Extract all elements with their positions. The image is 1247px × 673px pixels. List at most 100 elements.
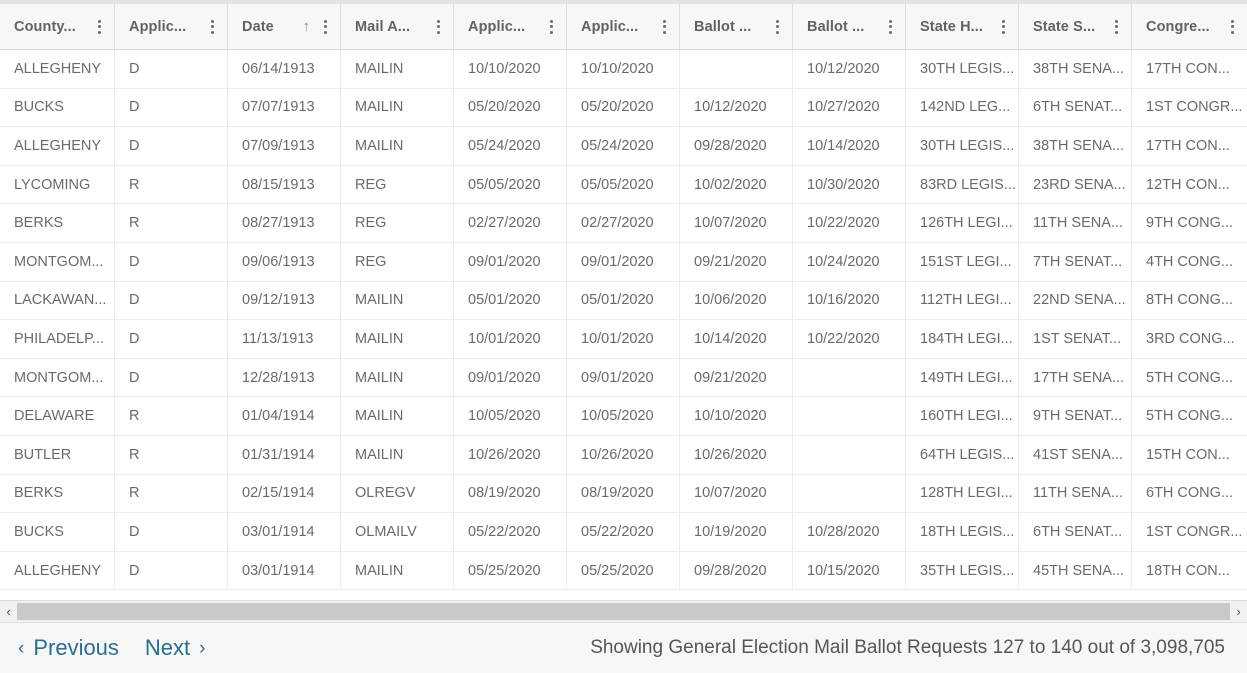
table-cell: 45TH SENA... <box>1019 551 1132 590</box>
table-cell: 3RD CONG... <box>1146 330 1235 347</box>
results-count-label: Showing General Election Mail Ballot Req… <box>590 637 1225 658</box>
table-cell: 128TH LEGI... <box>906 474 1019 513</box>
table-cell: 10/12/2020 <box>793 50 906 88</box>
table-cell: OLREGV <box>341 474 454 513</box>
column-header-9[interactable]: State S... <box>1019 4 1132 49</box>
column-header-label: Ballot ... <box>694 18 752 35</box>
table-cell: 09/01/2020 <box>454 358 567 397</box>
table-cell: 10/01/2020 <box>454 320 567 358</box>
column-header-4[interactable]: Applic... <box>454 4 567 49</box>
table-cell: 17TH CON... <box>1146 137 1230 154</box>
column-header-label: Applic... <box>581 18 639 35</box>
table-cell: 83RD LEGIS... <box>906 165 1019 204</box>
table-row[interactable]: DELAWARE R 01/04/1914 MAILIN 10/05/2020 10/05… <box>0 397 1247 436</box>
table-cell: 10/10/2020 <box>454 50 567 88</box>
kebab-menu-icon[interactable] <box>657 18 671 36</box>
table-cell: 41ST SENA... <box>1019 435 1132 474</box>
scrollbar-thumb[interactable] <box>17 603 1230 620</box>
table-cell: MONTGOM... <box>0 242 115 281</box>
table-cell: 5TH CONG... <box>1146 369 1234 386</box>
column-header-label: Date <box>242 18 274 35</box>
table-header-row: County... Applic... Date ↑ Mail A... Applic..… <box>0 4 1247 50</box>
column-header-7[interactable]: Ballot ... <box>793 4 906 49</box>
table-cell: 01/04/1914 <box>228 397 341 435</box>
kebab-menu-icon[interactable] <box>92 18 106 36</box>
table-cell: 10/28/2020 <box>793 513 906 551</box>
table-row[interactable]: BERKS R 08/27/1913 REG 02/27/2020 02/27/2020 1… <box>0 204 1247 243</box>
kebab-menu-icon[interactable] <box>996 18 1010 36</box>
kebab-menu-icon[interactable] <box>431 18 445 36</box>
table-row[interactable]: LACKAWAN... D 09/12/1913 MAILIN 05/01/2020 05… <box>0 281 1247 321</box>
kebab-menu-icon[interactable] <box>205 18 219 36</box>
table-cell: BUCKS <box>0 88 115 127</box>
table-row[interactable]: ALLEGHENY D 07/09/1913 MAILIN 05/24/2020 05/2… <box>0 127 1247 166</box>
column-header-6[interactable]: Ballot ... <box>680 4 793 49</box>
table-cell <box>793 397 906 435</box>
table-cell: 15TH CON... <box>1146 446 1230 463</box>
column-header-5[interactable]: Applic... <box>567 4 680 49</box>
column-header-label: Applic... <box>129 18 187 35</box>
next-page-button[interactable]: Next › <box>145 637 206 659</box>
column-header-2[interactable]: Date ↑ <box>228 4 341 49</box>
table-cell: 10/16/2020 <box>793 281 906 320</box>
table-cell: 6TH SENAT... <box>1019 513 1132 551</box>
table-cell: 6TH CONG... <box>1146 485 1234 502</box>
column-header-0[interactable]: County... <box>0 4 115 49</box>
table-cell: BERKS <box>0 474 115 513</box>
table-cell: MAILIN <box>341 127 454 165</box>
table-cell: 30TH LEGIS... <box>906 50 1019 88</box>
table-row[interactable]: ALLEGHENY D 03/01/1914 MAILIN 05/25/2020 05/2… <box>0 551 1247 591</box>
column-header-1[interactable]: Applic... <box>115 4 228 49</box>
table-cell: D <box>115 242 228 281</box>
kebab-menu-icon[interactable] <box>544 18 558 36</box>
table-row[interactable]: PHILADELP... D 11/13/1913 MAILIN 10/01/2020 1… <box>0 320 1247 359</box>
table-cell: 02/27/2020 <box>567 204 680 242</box>
kebab-menu-icon[interactable] <box>883 18 897 36</box>
table-row[interactable]: LYCOMING R 08/15/1913 REG 05/05/2020 05/05/20… <box>0 165 1247 205</box>
table-cell: D <box>115 88 228 127</box>
table-cell: 02/27/2020 <box>454 204 567 242</box>
table-row[interactable]: BERKS R 02/15/1914 OLREGV 08/19/2020 08/19/20… <box>0 474 1247 514</box>
table-cell: 09/28/2020 <box>680 551 793 590</box>
table-row[interactable]: ALLEGHENY D 06/14/1913 MAILIN 10/10/2020 10/1… <box>0 50 1247 89</box>
table-cell: 17TH CON... <box>1146 60 1230 77</box>
column-header-10[interactable]: Congre... <box>1132 4 1247 49</box>
table-cell: 6TH SENAT... <box>1019 88 1132 127</box>
table-cell: OLMAILV <box>341 513 454 551</box>
column-header-label: Congre... <box>1146 18 1210 35</box>
table-cell: 5TH CONG... <box>1146 408 1234 425</box>
table-cell: 10/22/2020 <box>793 204 906 242</box>
scroll-left-button[interactable]: ‹ <box>0 601 17 622</box>
table-cell: 06/14/1913 <box>228 50 341 88</box>
table-row[interactable]: MONTGOM... D 12/28/1913 MAILIN 09/01/2020 09/… <box>0 358 1247 398</box>
table-cell: 10/24/2020 <box>793 242 906 281</box>
kebab-menu-icon[interactable] <box>318 18 332 36</box>
table-cell: 10/07/2020 <box>680 204 793 242</box>
horizontal-scrollbar[interactable]: ‹ › <box>0 600 1247 622</box>
table-cell: 03/01/1914 <box>228 551 341 590</box>
pagination-controls: ‹ Previous Next › <box>18 637 206 659</box>
table-row[interactable]: BUCKS D 07/07/1913 MAILIN 05/20/2020 05/20/20… <box>0 88 1247 128</box>
table-row[interactable]: BUCKS D 03/01/1914 OLMAILV 05/22/2020 05/22/2… <box>0 513 1247 552</box>
column-header-label: Ballot ... <box>807 18 865 35</box>
table-cell: 10/15/2020 <box>793 551 906 590</box>
kebab-menu-icon[interactable] <box>1109 18 1123 36</box>
table-cell: 09/01/2020 <box>454 242 567 281</box>
table-cell: D <box>115 358 228 397</box>
table-cell: 09/01/2020 <box>567 358 680 397</box>
scroll-right-button[interactable]: › <box>1230 601 1247 622</box>
sort-ascending-icon[interactable]: ↑ <box>303 19 311 34</box>
kebab-menu-icon[interactable] <box>1225 18 1239 36</box>
column-header-8[interactable]: State H... <box>906 4 1019 49</box>
table-row[interactable]: BUTLER R 01/31/1914 MAILIN 10/26/2020 10/26/2… <box>0 435 1247 475</box>
table-cell: 07/09/1913 <box>228 127 341 165</box>
kebab-menu-icon[interactable] <box>770 18 784 36</box>
scrollbar-track[interactable] <box>17 601 1230 622</box>
table-cell: BERKS <box>0 204 115 242</box>
table-cell: MAILIN <box>341 88 454 127</box>
column-header-3[interactable]: Mail A... <box>341 4 454 49</box>
table-cell: REG <box>341 165 454 204</box>
table-row[interactable]: MONTGOM... D 09/06/1913 REG 09/01/2020 09/01/… <box>0 242 1247 282</box>
table-cell: BUCKS <box>0 513 115 551</box>
previous-page-button[interactable]: ‹ Previous <box>18 637 119 659</box>
